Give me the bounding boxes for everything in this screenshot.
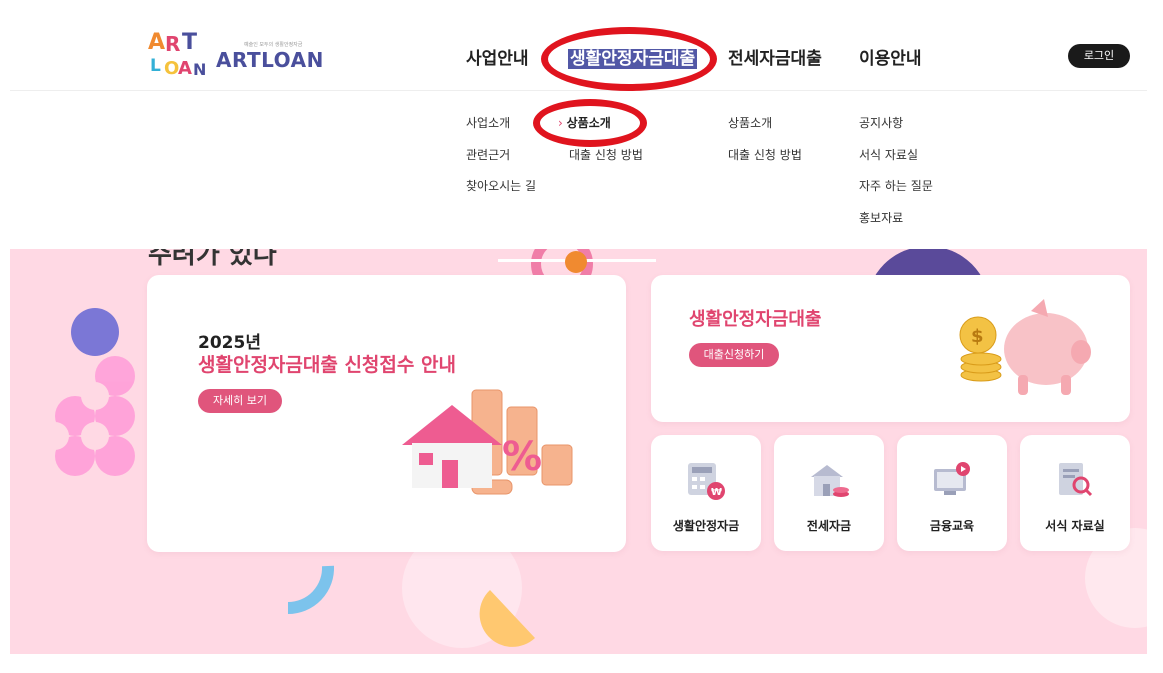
quick-link-living-fund[interactable]: ₩ 생활안정자금	[651, 435, 761, 551]
menu-item-jeonse-product-intro[interactable]: 상품소개	[728, 114, 802, 146]
menu-item-form-library[interactable]: 서식 자료실	[859, 146, 933, 178]
view-details-button[interactable]: 자세히 보기	[198, 389, 282, 413]
nav-usage-guide[interactable]: 이용안내	[859, 44, 922, 69]
quick-link-jeonse-fund[interactable]: 전세자금	[774, 435, 884, 551]
quick-link-label: 전세자금	[806, 519, 852, 533]
quick-link-label: 금융교육	[929, 519, 975, 533]
banner-title: 생활안정자금대출 신청접수 안내	[198, 354, 456, 376]
artloan-logo[interactable]: A R T L O A N 예술인 모두의 생활안정자금 ARTLOAN	[148, 28, 324, 84]
logo-tagline: 예술인 모두의 생활안정자금	[244, 41, 303, 48]
menu-item-directions[interactable]: 찾아오시는 길	[466, 177, 536, 209]
menu-column-business: 사업소개 관련근거 찾아오시는 길	[466, 114, 536, 209]
logo-mark: A R T L O A N	[148, 30, 207, 79]
quick-link-label: 생활안정자금	[672, 519, 740, 533]
house-coins-illustration: %	[402, 389, 573, 495]
nav-business-info[interactable]: 사업안내	[466, 44, 529, 69]
monitor-play-icon	[934, 462, 970, 495]
menu-item-faq[interactable]: 자주 하는 질문	[859, 177, 933, 209]
apply-loan-button[interactable]: 대출신청하기	[689, 343, 779, 367]
living-loan-card[interactable]: 생활안정자금대출 대출신청하기 $	[651, 275, 1130, 422]
highlight-ring-menu-item	[533, 99, 647, 147]
quick-link-form-library[interactable]: 서식 자료실	[1020, 435, 1130, 551]
house-coin-icon	[811, 465, 849, 497]
menu-item-legal-basis[interactable]: 관련근거	[466, 146, 536, 178]
logo-wordmark: ARTLOAN	[216, 47, 324, 72]
svg-text:$: $	[971, 326, 984, 347]
menu-item-notices[interactable]: 공지사항	[859, 114, 933, 146]
svg-text:%: %	[502, 434, 542, 480]
menu-item-jeonse-apply-method[interactable]: 대출 신청 방법	[728, 146, 802, 178]
svg-text:₩: ₩	[711, 487, 722, 498]
menu-column-guide: 공지사항 서식 자료실 자주 하는 질문 홍보자료	[859, 114, 933, 240]
loan-card-title: 생활안정자금대출	[689, 309, 822, 330]
document-search-icon	[1059, 463, 1093, 497]
menu-item-living-apply-method[interactable]: 대출 신청 방법	[558, 146, 643, 178]
quick-link-finance-education[interactable]: 금융교육	[897, 435, 1007, 551]
highlight-ring-nav	[541, 27, 717, 91]
slider-indicator-dot[interactable]	[565, 251, 587, 273]
menu-item-promotion[interactable]: 홍보자료	[859, 209, 933, 241]
menu-column-jeonse-loan: 상품소개 대출 신청 방법	[728, 114, 802, 177]
calculator-won-icon: ₩	[688, 463, 725, 500]
nav-jeonse-loan[interactable]: 전세자금대출	[728, 44, 822, 69]
piggy-bank-illustration: $	[959, 299, 1091, 395]
quick-link-label: 서식 자료실	[1045, 519, 1105, 533]
menu-item-business-intro[interactable]: 사업소개	[466, 114, 536, 146]
login-button[interactable]: 로그인	[1068, 44, 1130, 68]
main-banner-card[interactable]: 2025년 생활안정자금대출 신청접수 안내 자세히 보기 %	[147, 275, 626, 552]
